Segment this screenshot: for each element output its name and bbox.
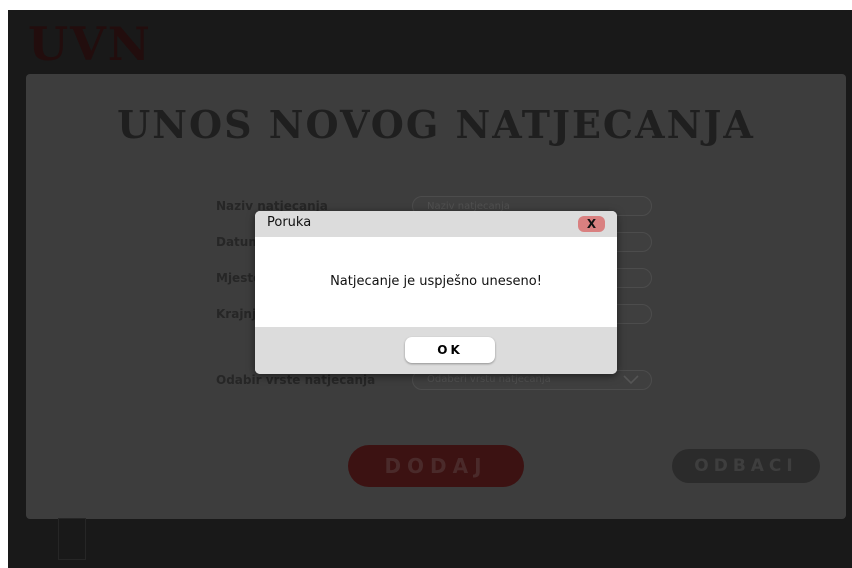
- field-label-type: Odabir vrste natjecanja: [216, 373, 376, 387]
- dialog-body: Natjecanje je uspješno uneseno!: [255, 237, 617, 327]
- ok-button[interactable]: OK: [405, 337, 495, 363]
- dialog-footer: OK: [255, 327, 617, 374]
- field-label-end: Krajnji: [216, 307, 261, 321]
- dialog-title: Poruka: [267, 215, 312, 230]
- footer-icon: [58, 518, 86, 560]
- dialog-header: Poruka X: [255, 211, 617, 237]
- app-logo: UVN: [28, 17, 152, 71]
- message-dialog: Poruka X Natjecanje je uspješno uneseno!…: [255, 211, 617, 374]
- dialog-message: Natjecanje je uspješno uneseno!: [330, 274, 542, 289]
- discard-button[interactable]: ODBACI: [672, 449, 820, 483]
- add-button[interactable]: DODAJ: [348, 445, 524, 487]
- page-title: UNOS NOVOG NATJECANJA: [117, 102, 755, 147]
- close-button[interactable]: X: [578, 216, 605, 232]
- chevron-down-icon: [623, 375, 639, 385]
